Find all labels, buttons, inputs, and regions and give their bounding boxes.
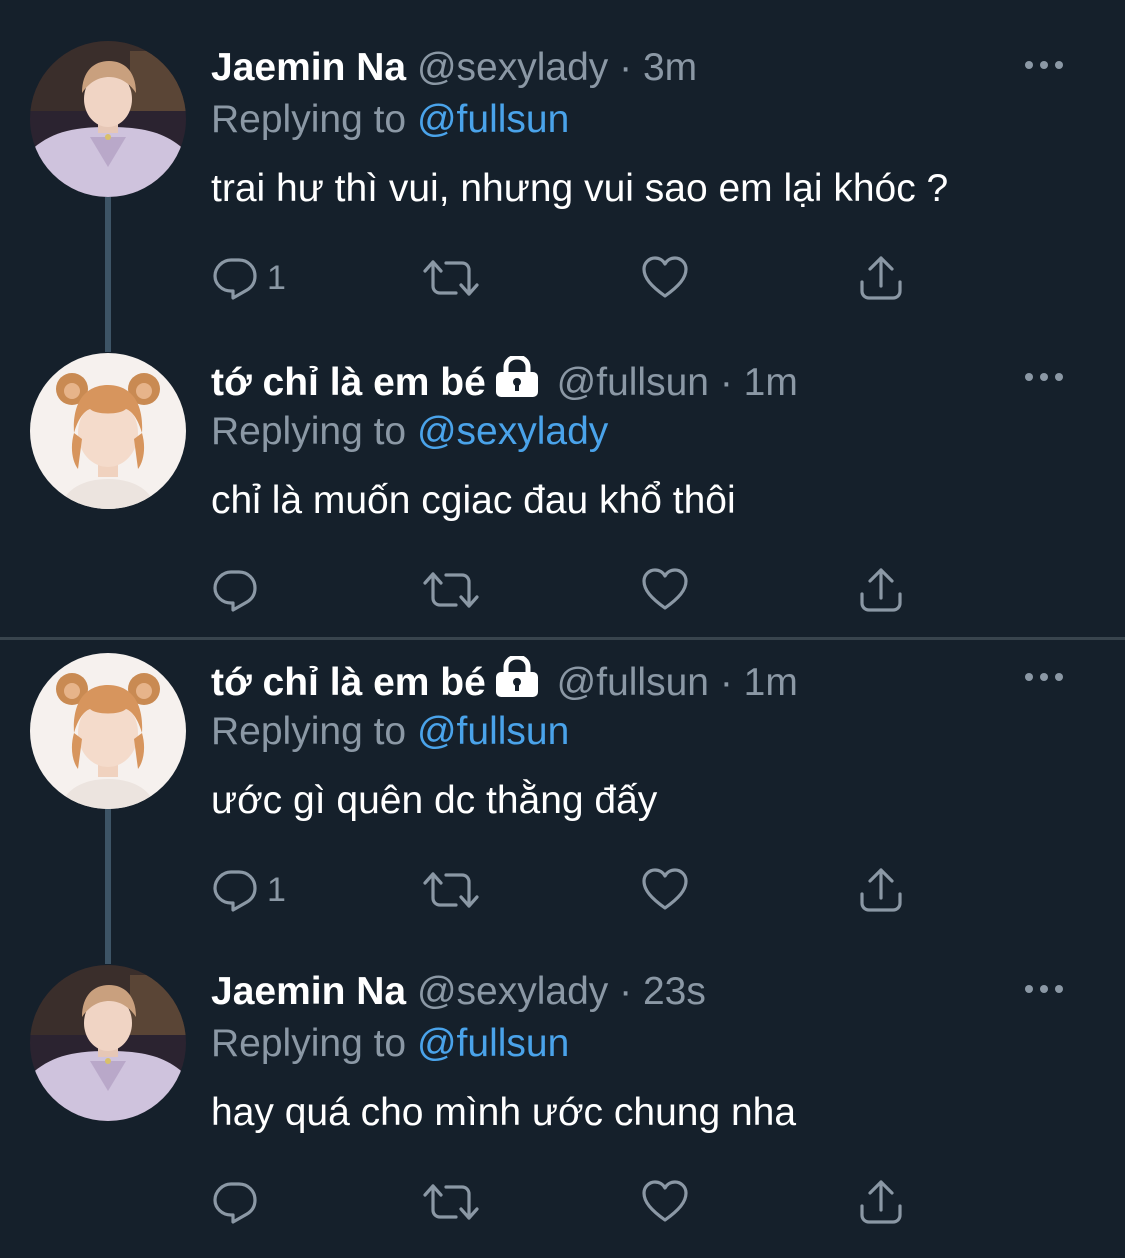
jaemin-avatar-image bbox=[30, 41, 186, 197]
reply-icon bbox=[211, 866, 259, 914]
tweet-actions: 1 bbox=[211, 250, 931, 306]
tweet-header: Jaemin Na @sexylady · 23s bbox=[211, 968, 706, 1016]
retweet-button[interactable] bbox=[423, 562, 479, 618]
tweet[interactable]: tớ chỉ là em bé @fullsun · 1m Replying t… bbox=[0, 612, 1125, 964]
more-options-button[interactable] bbox=[1022, 362, 1066, 392]
tweet-actions bbox=[211, 1174, 931, 1230]
avatar[interactable] bbox=[30, 353, 186, 509]
reply-icon bbox=[211, 254, 259, 302]
replying-to: Replying to @fullsun bbox=[211, 708, 569, 756]
tweet[interactable]: Jaemin Na @sexylady · 3m Replying to @fu… bbox=[0, 0, 1125, 352]
like-button[interactable] bbox=[641, 250, 689, 306]
replying-prefix: Replying to bbox=[211, 710, 417, 753]
heart-icon bbox=[641, 866, 689, 914]
user-handle[interactable]: @sexylady bbox=[417, 46, 608, 89]
lock-icon bbox=[492, 656, 542, 698]
share-icon bbox=[857, 1178, 905, 1226]
conversation-thread: Jaemin Na @sexylady · 3m Replying to @fu… bbox=[0, 0, 1125, 637]
share-button[interactable] bbox=[857, 250, 905, 306]
user-handle[interactable]: @sexylady bbox=[417, 970, 608, 1013]
share-button[interactable] bbox=[857, 862, 905, 918]
heart-icon bbox=[641, 566, 689, 614]
more-icon bbox=[1022, 974, 1066, 1004]
replying-mention-link[interactable]: @fullsun bbox=[417, 1022, 569, 1065]
reply-button[interactable]: 1 bbox=[211, 862, 286, 918]
tweet-feed: Jaemin Na @sexylady · 3m Replying to @fu… bbox=[0, 0, 1125, 1258]
tweet-header: tớ chỉ là em bé @fullsun · 1m bbox=[211, 356, 798, 407]
fullsun-avatar-image bbox=[30, 653, 186, 809]
separator-dot: · bbox=[619, 46, 633, 89]
display-name[interactable]: tớ chỉ là em bé bbox=[211, 361, 486, 404]
separator-dot: · bbox=[719, 361, 733, 404]
jaemin-avatar-image bbox=[30, 965, 186, 1121]
avatar[interactable] bbox=[30, 41, 186, 197]
replying-mention-link[interactable]: @sexylady bbox=[417, 410, 608, 453]
share-icon bbox=[857, 566, 905, 614]
retweet-button[interactable] bbox=[423, 250, 479, 306]
timestamp[interactable]: 23s bbox=[643, 970, 706, 1013]
share-icon bbox=[857, 254, 905, 302]
share-icon bbox=[857, 866, 905, 914]
more-icon bbox=[1022, 662, 1066, 692]
retweet-icon bbox=[423, 566, 479, 614]
conversation-thread: tớ chỉ là em bé @fullsun · 1m Replying t… bbox=[0, 640, 1125, 1258]
replying-prefix: Replying to bbox=[211, 410, 417, 453]
avatar[interactable] bbox=[30, 653, 186, 809]
reply-button[interactable] bbox=[211, 562, 267, 618]
share-button[interactable] bbox=[857, 1174, 905, 1230]
tweet[interactable]: Jaemin Na @sexylady · 23s Replying to @f… bbox=[0, 924, 1125, 1236]
tweet[interactable]: tớ chỉ là em bé @fullsun · 1m Replying t… bbox=[0, 312, 1125, 624]
fullsun-avatar-image bbox=[30, 353, 186, 509]
timestamp[interactable]: 1m bbox=[744, 361, 798, 404]
like-button[interactable] bbox=[641, 1174, 689, 1230]
timestamp[interactable]: 1m bbox=[744, 661, 798, 704]
replying-to: Replying to @fullsun bbox=[211, 96, 569, 144]
user-handle[interactable]: @fullsun bbox=[557, 661, 709, 704]
tweet-actions bbox=[211, 562, 931, 618]
display-name[interactable]: Jaemin Na bbox=[211, 970, 406, 1013]
tweet-header: Jaemin Na @sexylady · 3m bbox=[211, 44, 697, 92]
like-button[interactable] bbox=[641, 562, 689, 618]
tweet-actions: 1 bbox=[211, 862, 931, 918]
replying-prefix: Replying to bbox=[211, 98, 417, 141]
separator-dot: · bbox=[719, 661, 733, 704]
tweet-text: trai hư thì vui, nhưng vui sao em lại kh… bbox=[211, 167, 949, 210]
retweet-icon bbox=[423, 1178, 479, 1226]
display-name[interactable]: tớ chỉ là em bé bbox=[211, 661, 486, 704]
share-button[interactable] bbox=[857, 562, 905, 618]
tweet-text: hay quá cho mình ước chung nha bbox=[211, 1091, 797, 1134]
timestamp[interactable]: 3m bbox=[643, 46, 697, 89]
tweet-text: ước gì quên dc thằng đấy bbox=[211, 779, 658, 822]
heart-icon bbox=[641, 254, 689, 302]
reply-button[interactable]: 1 bbox=[211, 250, 286, 306]
reply-icon bbox=[211, 1178, 259, 1226]
display-name[interactable]: Jaemin Na bbox=[211, 46, 406, 89]
replying-prefix: Replying to bbox=[211, 1022, 417, 1065]
reply-icon bbox=[211, 566, 259, 614]
more-options-button[interactable] bbox=[1022, 974, 1066, 1004]
reply-button[interactable] bbox=[211, 1174, 267, 1230]
lock-icon bbox=[492, 356, 542, 398]
replying-mention-link[interactable]: @fullsun bbox=[417, 710, 569, 753]
more-options-button[interactable] bbox=[1022, 662, 1066, 692]
like-button[interactable] bbox=[641, 862, 689, 918]
replying-mention-link[interactable]: @fullsun bbox=[417, 98, 569, 141]
user-handle[interactable]: @fullsun bbox=[557, 361, 709, 404]
retweet-button[interactable] bbox=[423, 862, 479, 918]
avatar[interactable] bbox=[30, 965, 186, 1121]
reply-count: 1 bbox=[267, 870, 286, 909]
retweet-button[interactable] bbox=[423, 1174, 479, 1230]
replying-to: Replying to @fullsun bbox=[211, 1020, 569, 1068]
reply-count: 1 bbox=[267, 258, 286, 297]
more-icon bbox=[1022, 50, 1066, 80]
more-options-button[interactable] bbox=[1022, 50, 1066, 80]
heart-icon bbox=[641, 1178, 689, 1226]
retweet-icon bbox=[423, 254, 479, 302]
tweet-header: tớ chỉ là em bé @fullsun · 1m bbox=[211, 656, 798, 707]
separator-dot: · bbox=[619, 970, 633, 1013]
retweet-icon bbox=[423, 866, 479, 914]
replying-to: Replying to @sexylady bbox=[211, 408, 608, 456]
more-icon bbox=[1022, 362, 1066, 392]
tweet-text: chỉ là muốn cgiac đau khổ thôi bbox=[211, 479, 736, 522]
